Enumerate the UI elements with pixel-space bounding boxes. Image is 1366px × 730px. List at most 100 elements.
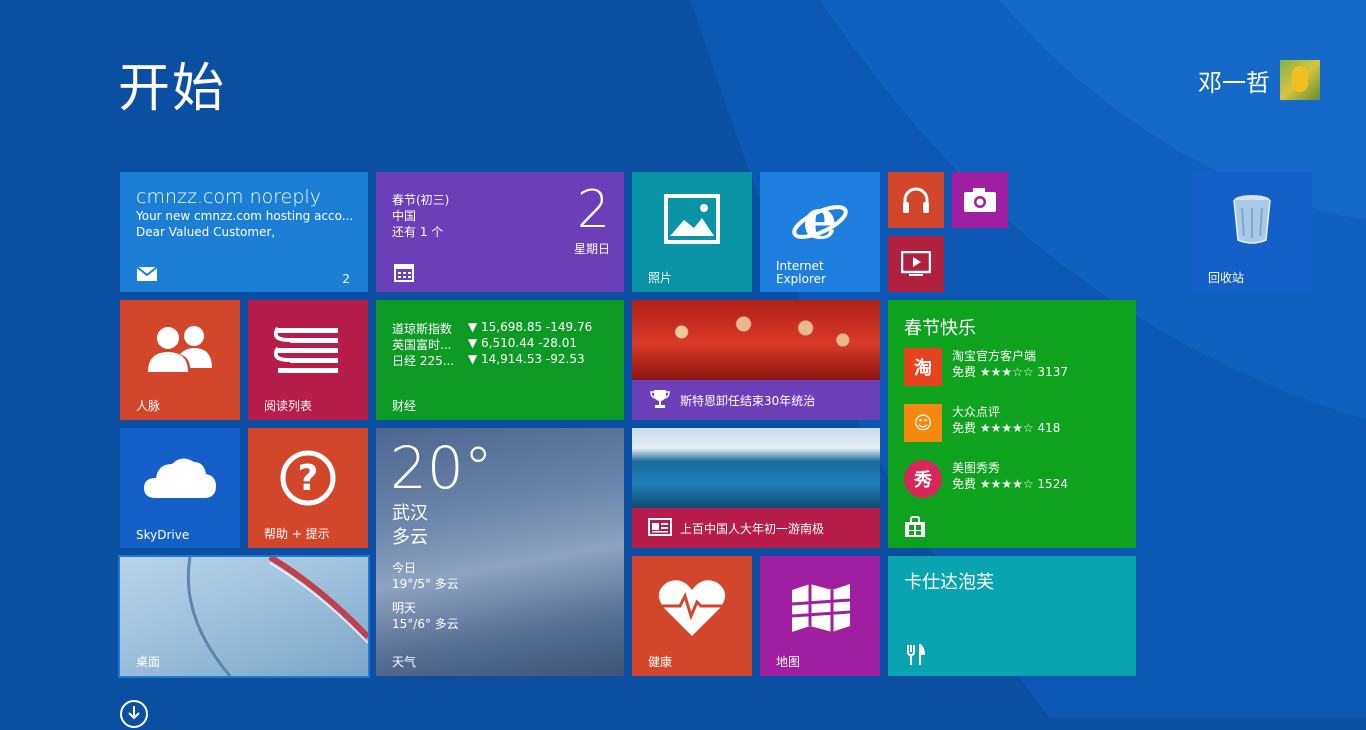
map-icon [791, 584, 851, 632]
headphones-icon [903, 187, 929, 213]
maps-tile[interactable]: 地图 [760, 556, 880, 676]
food-header: 卡仕达泡芙 [904, 572, 994, 593]
health-label: 健康 [648, 655, 673, 669]
ie-tile[interactable]: e Internet Explorer [760, 172, 880, 292]
skydrive-label: SkyDrive [136, 528, 190, 542]
mail-tile[interactable]: cmnzz.com noreply Your new cmnzz.com hos… [120, 172, 368, 292]
ie-label-line2: Explorer [776, 272, 826, 286]
store-app-item: ☺ 大众点评免费 ★★★★☆ 418 [904, 404, 1060, 442]
avatar [1280, 60, 1320, 100]
weather-temperature: 20° [390, 434, 493, 502]
finance-index-name: 道琼斯指数 [392, 322, 453, 336]
people-tile[interactable]: 人脉 [120, 300, 240, 420]
photo-icon [664, 194, 720, 244]
store-app-item: 秀 美图秀秀免费 ★★★★☆ 1524 [904, 460, 1068, 498]
help-tile[interactable]: ? 帮助 + 提示 [248, 428, 368, 548]
mail-count: 2 [342, 272, 350, 286]
desktop-tile[interactable]: 桌面 [118, 555, 370, 678]
store-header: 春节快乐 [904, 318, 976, 339]
reading-list-label: 阅读列表 [264, 399, 313, 413]
weather-label: 天气 [392, 655, 417, 669]
desktop-label: 桌面 [136, 655, 161, 669]
store-app-meta: 免费 ★★★★☆ 418 [952, 421, 1061, 435]
ie-icon: e [792, 192, 848, 250]
video-tile[interactable] [888, 236, 944, 292]
user-account[interactable]: 邓一哲 [1198, 60, 1320, 100]
start-title: 开始 [118, 59, 227, 119]
finance-row: 日经 225... ▼ 14,914.53 -92.53 [392, 352, 585, 369]
reading-list-tile[interactable]: 阅读列表 [248, 300, 368, 420]
finance-index-name: 日经 225... [392, 354, 455, 368]
recycle-bin-icon [1233, 195, 1271, 244]
store-icon [905, 516, 925, 537]
dianping-app-icon: ☺ [904, 404, 942, 442]
sports-tile[interactable]: 斯特恩卸任结束30年统治 [632, 300, 880, 420]
calendar-date: 2 [576, 180, 610, 240]
maps-label: 地图 [776, 655, 801, 669]
news-tile[interactable]: 上百中国人大年初一游南极 [632, 428, 880, 548]
calendar-icon [394, 264, 414, 282]
sports-caption: 斯特恩卸任结束30年统治 [680, 394, 816, 408]
calendar-event: 春节(初三) [392, 193, 450, 207]
weather-today: 19°/5° 多云 [392, 577, 459, 591]
mail-sender: cmnzz.com noreply [136, 186, 321, 208]
people-icon [148, 326, 212, 372]
calendar-weekday: 星期日 [573, 242, 610, 256]
people-label: 人脉 [136, 399, 161, 413]
finance-index-value: ▼ 14,914.53 -92.53 [468, 352, 585, 366]
photos-tile[interactable]: 照片 [632, 172, 752, 292]
calendar-tile[interactable]: 春节(初三) 中国 还有 1 个 2 星期日 [376, 172, 624, 292]
camera-tile[interactable] [952, 172, 1008, 228]
cloud-icon [144, 458, 216, 498]
finance-row: 英国富时... ▼ 6,510.44 -28.01 [392, 336, 577, 353]
store-app-meta: 免费 ★★★★☆ 1524 [952, 477, 1068, 491]
store-app-name: 大众点评 [952, 405, 1001, 419]
mail-icon [136, 266, 158, 281]
trophy-icon [650, 390, 670, 408]
store-app-item: 淘 淘宝官方客户端免费 ★★★☆☆ 3137 [904, 348, 1068, 386]
music-tile[interactable] [888, 172, 944, 228]
calendar-location: 中国 [392, 209, 417, 223]
reading-list-icon [274, 326, 338, 373]
video-icon [901, 251, 931, 276]
food-icon [907, 644, 926, 665]
calendar-more: 还有 1 个 [392, 225, 444, 239]
finance-tile[interactable]: 道琼斯指数 ▼ 15,698.85 -149.76 英国富时... ▼ 6,510.… [376, 300, 624, 420]
meitu-app-icon: 秀 [904, 460, 942, 498]
down-arrow-icon [128, 706, 140, 720]
recycle-bin-tile[interactable]: 回收站 [1192, 172, 1312, 292]
finance-label: 财经 [392, 399, 417, 413]
food-tile[interactable]: 卡仕达泡芙 [888, 556, 1136, 676]
heart-icon [658, 580, 726, 636]
finance-index-value: ▼ 15,698.85 -149.76 [468, 320, 593, 334]
mail-subject: Your new cmnzz.com hosting acco... [136, 209, 354, 223]
skydrive-tile[interactable]: SkyDrive [120, 428, 240, 548]
weather-today-label: 今日 [392, 561, 417, 575]
store-app-name: 淘宝官方客户端 [952, 349, 1037, 363]
finance-index-name: 英国富时... [392, 338, 452, 352]
mail-preview: Dear Valued Customer, [136, 225, 276, 239]
help-label: 帮助 + 提示 [264, 527, 330, 541]
finance-row: 道琼斯指数 ▼ 15,698.85 -149.76 [392, 320, 592, 337]
photos-label: 照片 [648, 271, 673, 285]
svg-text:e: e [803, 192, 837, 250]
news-photo [632, 428, 880, 508]
taobao-app-icon: 淘 [904, 348, 942, 386]
weather-city: 武汉 [392, 503, 428, 524]
finance-index-value: ▼ 6,510.44 -28.01 [468, 336, 577, 350]
store-app-name: 美图秀秀 [952, 461, 1001, 475]
user-name: 邓一哲 [1198, 68, 1270, 97]
store-tile[interactable]: 春节快乐 淘 淘宝官方客户端 免费 ★★★☆☆ 3137 ☺ 大众点评 免费 ★★★… [888, 300, 1136, 548]
weather-tomorrow-label: 明天 [392, 601, 417, 615]
news-icon [648, 518, 672, 536]
camera-icon [964, 188, 996, 212]
recycle-bin-label: 回收站 [1208, 271, 1245, 285]
weather-tomorrow: 15°/6° 多云 [392, 617, 459, 631]
news-caption: 上百中国人大年初一游南极 [680, 522, 825, 536]
store-app-meta: 免费 ★★★☆☆ 3137 [952, 365, 1068, 379]
weather-tile[interactable]: 20° 武汉 多云 今日 19°/5° 多云 明天 15°/6° 多云 天气 [376, 428, 624, 676]
health-tile[interactable]: 健康 [632, 556, 752, 676]
apps-view-button[interactable] [120, 700, 148, 728]
weather-condition: 多云 [392, 527, 428, 548]
help-icon: ? [280, 450, 336, 506]
